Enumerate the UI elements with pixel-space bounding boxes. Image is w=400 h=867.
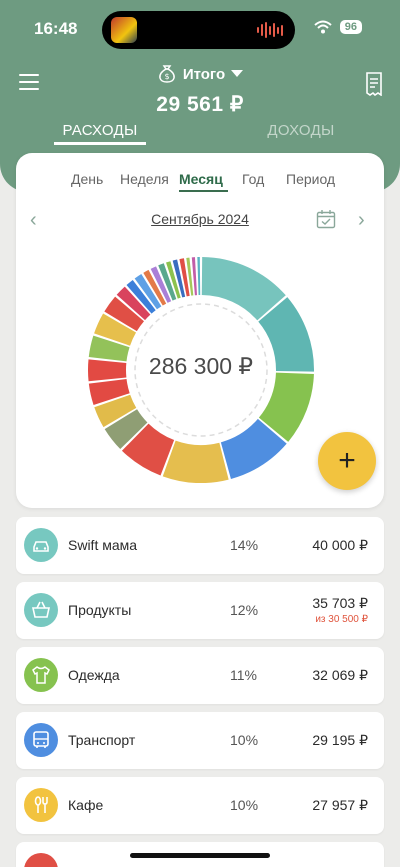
tab-expenses-indicator	[54, 142, 146, 145]
category-amount: 40 000 ₽	[312, 537, 368, 553]
total-label: Итого	[182, 65, 226, 83]
home-indicator	[130, 853, 270, 858]
category-percent: 10%	[230, 797, 259, 813]
next-period-icon[interactable]: ›	[358, 209, 365, 232]
donut-segment[interactable]	[197, 257, 201, 296]
category-name: Продукты	[68, 602, 132, 618]
period-tab-indicator	[179, 190, 228, 192]
category-icon	[24, 853, 58, 867]
category-row-clothes[interactable]: Одежда 11% 32 069 ₽	[16, 647, 384, 704]
caret-down-icon	[231, 70, 244, 77]
battery-indicator: 96	[339, 20, 362, 34]
status-indicators: 96	[314, 20, 362, 34]
category-row-cafe[interactable]: Кафе 10% 27 957 ₽	[16, 777, 384, 834]
period-tab-day[interactable]: День	[71, 171, 103, 187]
receipt-icon[interactable]	[364, 72, 384, 96]
cutlery-icon	[24, 788, 58, 822]
category-amount: 27 957 ₽	[312, 797, 368, 813]
category-name: Одежда	[68, 667, 120, 683]
category-name: Кафе	[68, 797, 104, 813]
category-name: Транспорт	[68, 732, 136, 748]
tab-income[interactable]: ДОХОДЫ	[255, 122, 347, 139]
donut-total: 286 300 ₽	[148, 353, 254, 379]
period-tab-year[interactable]: Год	[242, 171, 264, 187]
bus-icon	[24, 723, 58, 757]
category-amount: 35 703 ₽	[312, 595, 368, 611]
basket-icon	[24, 593, 58, 627]
add-expense-button[interactable]: +	[318, 432, 376, 490]
period-tab-month[interactable]: Месяц	[179, 171, 223, 187]
dynamic-island[interactable]	[102, 11, 295, 49]
now-playing-thumbnail	[111, 17, 137, 43]
car-icon	[24, 528, 58, 562]
category-amount: 32 069 ₽	[312, 667, 368, 683]
shirt-icon	[24, 658, 58, 692]
category-row-swift-mama[interactable]: Swift мама 14% 40 000 ₽	[16, 517, 384, 574]
period-tabs: День Неделя Месяц Год Период	[16, 171, 384, 191]
category-percent: 11%	[230, 667, 257, 683]
period-tab-week[interactable]: Неделя	[120, 171, 169, 187]
category-row-transport[interactable]: Транспорт 10% 29 195 ₽	[16, 712, 384, 769]
audio-wave-icon	[257, 21, 283, 39]
category-amount: 29 195 ₽	[312, 732, 368, 748]
total-selector[interactable]: $ Итого	[0, 64, 400, 84]
total-value: 29 561 ₽	[156, 93, 244, 116]
tab-expenses[interactable]: РАСХОДЫ	[54, 122, 146, 139]
category-row-products[interactable]: Продукты 12% 35 703 ₽ из 30 500 ₽	[16, 582, 384, 639]
calendar-icon[interactable]	[316, 209, 336, 229]
category-percent: 12%	[230, 602, 259, 618]
wifi-icon	[314, 20, 332, 34]
category-percent: 10%	[230, 732, 259, 748]
status-time: 16:48	[34, 19, 78, 38]
category-percent: 14%	[230, 537, 259, 553]
period-tab-custom[interactable]: Период	[286, 171, 335, 187]
svg-text:$: $	[164, 72, 169, 81]
donut-segment[interactable]	[162, 440, 229, 483]
category-name: Swift мама	[68, 537, 138, 553]
money-bag-icon: $	[158, 65, 175, 83]
category-budget-limit: из 30 500 ₽	[315, 614, 368, 625]
